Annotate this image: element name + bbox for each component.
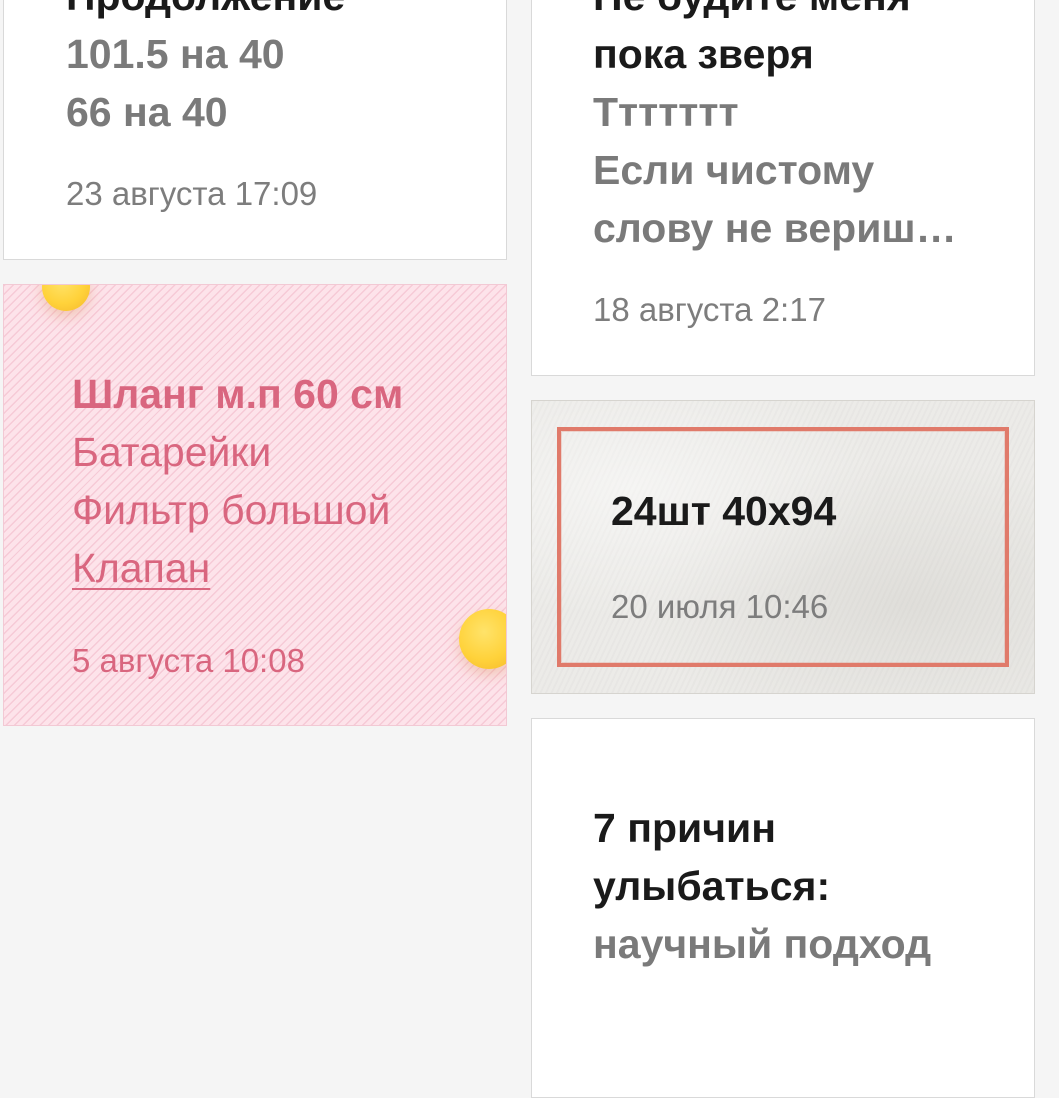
note-line: Если чистому — [593, 147, 875, 193]
note-text: Шланг м.п 60 см Батарейки Фильтр большой… — [72, 365, 403, 597]
note-title: 7 причин — [593, 805, 776, 851]
note-text: Не будите меня пока зверя Ттттттт Если ч… — [593, 0, 957, 257]
note-title: улыбаться: — [593, 863, 831, 909]
note-card-2[interactable]: Не будите меня пока зверя Ттттттт Если ч… — [531, 0, 1035, 376]
note-line: Фильтр большой — [72, 487, 391, 533]
note-line: 66 на 40 — [66, 89, 228, 135]
note-line: научный подход — [593, 921, 932, 967]
note-line: Батарейки — [72, 429, 272, 475]
note-date: 20 июля 10:46 — [611, 588, 829, 625]
note-card-4[interactable]: 24шт 40х94 20 июля 10:46 — [531, 400, 1035, 694]
note-title: Не будите меня — [593, 0, 957, 25]
note-title: Продолжение — [66, 0, 345, 25]
decor-ball-icon — [459, 609, 506, 669]
note-title: Шланг м.п 60 см — [72, 371, 404, 417]
note-text: 7 причин улыбаться: научный подход — [593, 799, 931, 973]
note-title: пока зверя — [593, 31, 814, 77]
note-title: 24шт 40х94 — [611, 488, 837, 534]
note-line: 101.5 на 40 — [66, 31, 285, 77]
note-date: 5 августа 10:08 — [72, 642, 305, 679]
note-card-3[interactable]: Шланг м.п 60 см Батарейки Фильтр большой… — [3, 284, 507, 726]
decor-ball-icon — [42, 285, 90, 311]
note-card-5[interactable]: 7 причин улыбаться: научный подход — [531, 718, 1035, 1098]
note-date: 23 августа 17:09 — [66, 175, 318, 212]
note-date: 18 августа 2:17 — [593, 291, 826, 328]
note-link[interactable]: Клапан — [72, 539, 403, 597]
note-text: 24шт 40х94 — [611, 482, 836, 540]
note-line: Ттттттт — [593, 89, 739, 135]
note-card-1[interactable]: Продолжение 101.5 на 40 66 на 40 23 авгу… — [3, 0, 507, 260]
note-text: Продолжение 101.5 на 40 66 на 40 — [66, 0, 345, 141]
note-frame — [557, 427, 1009, 667]
note-line: слову не вериш… — [593, 205, 957, 251]
